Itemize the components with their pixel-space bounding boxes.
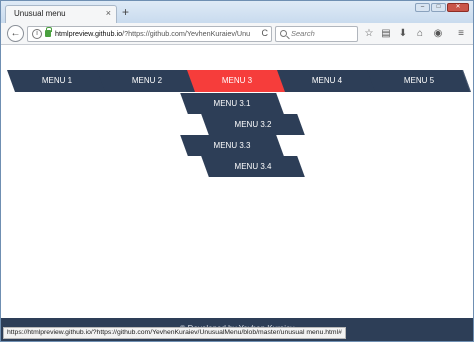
- menu-item-5-label: MENU 5: [403, 76, 435, 85]
- menu-item-2-label: MENU 2: [131, 76, 163, 85]
- search-input[interactable]: Search: [275, 26, 358, 42]
- page-content: MENU 1 MENU 2 MENU 3 MENU 4 MENU 5 MENU …: [1, 46, 473, 341]
- minimize-button[interactable]: –: [415, 3, 430, 12]
- info-icon[interactable]: i: [32, 29, 42, 39]
- title-bar: Unusual menu × + – □ ✕: [1, 1, 473, 23]
- submenu-item-3-3-label: MENU 3.3: [213, 141, 251, 150]
- status-link-tooltip: https://htmlpreview.github.io/?https://g…: [3, 327, 346, 339]
- main-menu: MENU 1 MENU 2 MENU 3 MENU 4 MENU 5: [1, 70, 473, 93]
- menu-item-1-label: MENU 1: [41, 76, 73, 85]
- lock-icon: [45, 27, 52, 37]
- browser-tab[interactable]: Unusual menu ×: [5, 5, 117, 23]
- submenu-item-3-2-label: MENU 3.2: [234, 120, 272, 129]
- url-text[interactable]: htmlpreview.github.io/?https://github.co…: [55, 29, 250, 38]
- search-icon: [280, 30, 287, 37]
- close-window-button[interactable]: ✕: [447, 3, 469, 12]
- url-path: /?https://github.com/YevhenKuraiev/Unu: [122, 29, 251, 38]
- pocket-icon[interactable]: ◉: [432, 27, 444, 40]
- maximize-button[interactable]: □: [431, 3, 446, 12]
- submenu-item-3-1-label: MENU 3.1: [213, 99, 251, 108]
- hamburger-menu-icon[interactable]: ≡: [455, 27, 467, 40]
- menu-item-3-label: MENU 3: [221, 76, 253, 85]
- window-controls: – □ ✕: [415, 3, 469, 12]
- new-tab-icon[interactable]: +: [122, 6, 129, 18]
- submenu-item-3-4-label: MENU 3.4: [234, 162, 272, 171]
- star-icon[interactable]: ☆: [363, 27, 375, 40]
- back-button[interactable]: ←: [7, 25, 24, 42]
- clipboard-icon[interactable]: ▤: [380, 27, 392, 40]
- search-placeholder: Search: [291, 29, 315, 38]
- navigation-toolbar: ← i htmlpreview.github.io/?https://githu…: [1, 23, 473, 45]
- download-icon[interactable]: ⬇: [397, 27, 409, 40]
- browser-window: Unusual menu × + – □ ✕ ← i htmlpreview.g…: [0, 0, 474, 342]
- reload-icon[interactable]: C: [262, 28, 269, 38]
- close-tab-icon[interactable]: ×: [106, 8, 111, 18]
- tab-title: Unusual menu: [14, 9, 66, 18]
- menu-item-4-label: MENU 4: [311, 76, 343, 85]
- url-host: htmlpreview.github.io: [55, 29, 123, 38]
- address-bar[interactable]: i htmlpreview.github.io/?https://github.…: [27, 26, 272, 42]
- home-icon[interactable]: ⌂: [414, 27, 426, 40]
